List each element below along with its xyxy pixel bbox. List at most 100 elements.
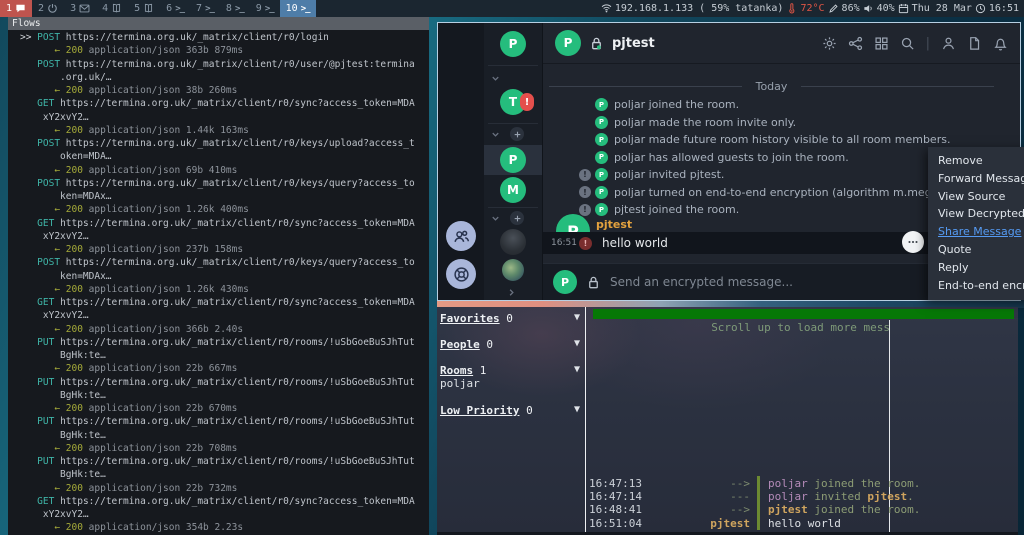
flow-line[interactable]: GET https://termina.org.uk/_matrix/clien… (8, 296, 429, 309)
flow-line[interactable]: ← 200 application/json 22b 667ms (8, 362, 429, 375)
load-more-hint: Scroll up to load more mess (711, 321, 890, 334)
sender-separator-bar (757, 517, 760, 530)
members-icon[interactable] (941, 36, 956, 51)
event-text: poljar has allowed guests to join the ro… (614, 151, 849, 164)
room-avatar-m[interactable]: M (500, 177, 526, 203)
flow-line[interactable]: ← 200 application/json 363b 879ms (8, 44, 429, 57)
flow-line[interactable]: BgHk:te… (8, 389, 429, 402)
flow-line[interactable]: ← 200 application/json 1.26k 400ms (8, 203, 429, 216)
workspace-10[interactable]: 10>_ (280, 0, 316, 17)
flow-line[interactable]: xY2xvY2… (8, 508, 429, 521)
flow-line[interactable]: oken=MDA… (8, 150, 429, 163)
flow-line[interactable]: BgHk:te… (8, 468, 429, 481)
message-options-button[interactable] (902, 231, 924, 253)
workspace-3[interactable]: 3 (64, 0, 96, 17)
room-list-item[interactable]: poljar (440, 377, 480, 390)
flow-line[interactable]: GET https://termina.org.uk/_matrix/clien… (8, 495, 429, 508)
room-avatar-image[interactable] (502, 259, 524, 281)
workspace-9[interactable]: 9>_ (250, 0, 280, 17)
section-people[interactable]: People 0 (440, 338, 493, 351)
workspace-number: 5 (134, 3, 140, 14)
flow-line[interactable]: POST https://termina.org.uk/_matrix/clie… (8, 256, 429, 269)
flow-line[interactable]: POST https://termina.org.uk/_matrix/clie… (8, 137, 429, 150)
notifications-bell-icon[interactable] (993, 36, 1008, 51)
room-header-avatar[interactable]: P (555, 30, 581, 56)
flow-line[interactable]: ← 200 application/json 1.26k 430ms (8, 283, 429, 296)
section-low-priority[interactable]: Low Priority 0 (440, 404, 533, 417)
add-room-icon[interactable] (510, 211, 524, 225)
network-status: 192.168.1.133 ( 59% tatanka) (615, 3, 784, 14)
flow-line[interactable]: GET https://termina.org.uk/_matrix/clien… (8, 97, 429, 110)
menu-item-forward-message[interactable]: Forward Message (928, 170, 1024, 188)
flow-line[interactable]: PUT https://termina.org.uk/_matrix/clien… (8, 415, 429, 428)
menu-item-end-to-end-encry[interactable]: End-to-end encry (928, 277, 1024, 295)
composer-placeholder[interactable]: Send an encrypted message... (610, 275, 793, 289)
grid-icon[interactable] (874, 36, 889, 51)
flow-line[interactable]: PUT https://termina.org.uk/_matrix/clien… (8, 376, 429, 389)
mitmproxy-window: Flows >> POST https://termina.org.uk/_ma… (8, 17, 429, 535)
flow-line[interactable]: PUT https://termina.org.uk/_matrix/clien… (8, 336, 429, 349)
workspace-2[interactable]: 2 (32, 0, 64, 17)
flow-line[interactable]: BgHk:te… (8, 349, 429, 362)
flow-line[interactable]: POST https://termina.org.uk/_matrix/clie… (8, 58, 429, 71)
collapse-triangle-icon[interactable]: ▼ (574, 404, 580, 415)
flow-line[interactable]: ← 200 application/json 69b 410ms (8, 164, 429, 177)
menu-item-reply[interactable]: Reply (928, 259, 1024, 277)
flow-line[interactable]: xY2xvY2… (8, 309, 429, 322)
menu-item-share-message[interactable]: Share Message (928, 223, 1024, 241)
collapse-triangle-icon[interactable]: ▼ (574, 312, 580, 323)
direct-chats-button[interactable] (446, 221, 476, 251)
collapse-triangle-icon[interactable]: ▼ (574, 338, 580, 349)
account-avatar[interactable]: P (500, 31, 526, 57)
message-part: poljar (768, 477, 808, 490)
event-text: poljar invited pjtest. (614, 168, 724, 181)
flow-line[interactable]: POST https://termina.org.uk/_matrix/clie… (8, 177, 429, 190)
chevron-down-icon[interactable] (490, 73, 501, 84)
workspace-8[interactable]: 8>_ (220, 0, 250, 17)
flow-line[interactable]: ← 200 application/json 1.44k 163ms (8, 124, 429, 137)
files-icon[interactable] (967, 36, 982, 51)
flow-line[interactable]: PUT https://termina.org.uk/_matrix/clien… (8, 455, 429, 468)
section-rooms[interactable]: Rooms 1 (440, 364, 486, 377)
chevron-right-icon[interactable] (506, 287, 517, 298)
menu-item-quote[interactable]: Quote (928, 241, 1024, 259)
flow-line[interactable]: >> POST https://termina.org.uk/_matrix/c… (8, 31, 429, 44)
menu-item-view-source[interactable]: View Source (928, 188, 1024, 206)
room-avatar-pjtest[interactable]: P (500, 147, 526, 173)
flow-line[interactable]: xY2xvY2… (8, 111, 429, 124)
flow-line[interactable]: ← 200 application/json 366b 2.40s (8, 323, 429, 336)
workspace-1[interactable]: 1 (0, 0, 32, 17)
volume-icon (863, 3, 874, 14)
event-avatar: P (595, 116, 608, 129)
flow-line[interactable]: GET https://termina.org.uk/_matrix/clien… (8, 217, 429, 230)
settings-gear-icon[interactable] (822, 36, 837, 51)
search-icon[interactable] (900, 36, 915, 51)
chevron-down-icon[interactable] (490, 129, 501, 140)
flow-line[interactable]: ← 200 application/json 22b 670ms (8, 402, 429, 415)
section-favorites[interactable]: Favorites 0 (440, 312, 513, 325)
flow-line[interactable]: ← 200 application/json 38b 260ms (8, 84, 429, 97)
workspace-4[interactable]: 4 (96, 0, 128, 17)
flow-line[interactable]: ← 200 application/json 22b 708ms (8, 442, 429, 455)
menu-item-view-decrypted-s[interactable]: View Decrypted S (928, 205, 1024, 223)
section-count: 0 (480, 338, 493, 351)
flow-line[interactable]: ← 200 application/json 237b 158ms (8, 243, 429, 256)
explore-rooms-button[interactable] (446, 259, 476, 289)
flow-line[interactable]: ken=MDAx… (8, 270, 429, 283)
share-icon[interactable] (848, 36, 863, 51)
workspace-7[interactable]: 7>_ (190, 0, 220, 17)
room-avatar-image[interactable] (500, 229, 526, 255)
workspace-6[interactable]: 6>_ (160, 0, 190, 17)
workspace-5[interactable]: 5 (128, 0, 160, 17)
message-sender: --- (645, 490, 750, 503)
chevron-down-icon[interactable] (490, 213, 501, 224)
collapse-triangle-icon[interactable]: ▼ (574, 364, 580, 375)
flow-line[interactable]: xY2xvY2… (8, 230, 429, 243)
menu-item-remove[interactable]: Remove (928, 152, 1024, 170)
flow-line[interactable]: BgHk:te… (8, 429, 429, 442)
flow-line[interactable]: ← 200 application/json 22b 732ms (8, 482, 429, 495)
flow-line[interactable]: ← 200 application/json 354b 2.23s (8, 521, 429, 534)
flow-line[interactable]: ken=MDAx… (8, 190, 429, 203)
add-room-icon[interactable] (510, 127, 524, 141)
flow-line[interactable]: .org.uk/… (8, 71, 429, 84)
